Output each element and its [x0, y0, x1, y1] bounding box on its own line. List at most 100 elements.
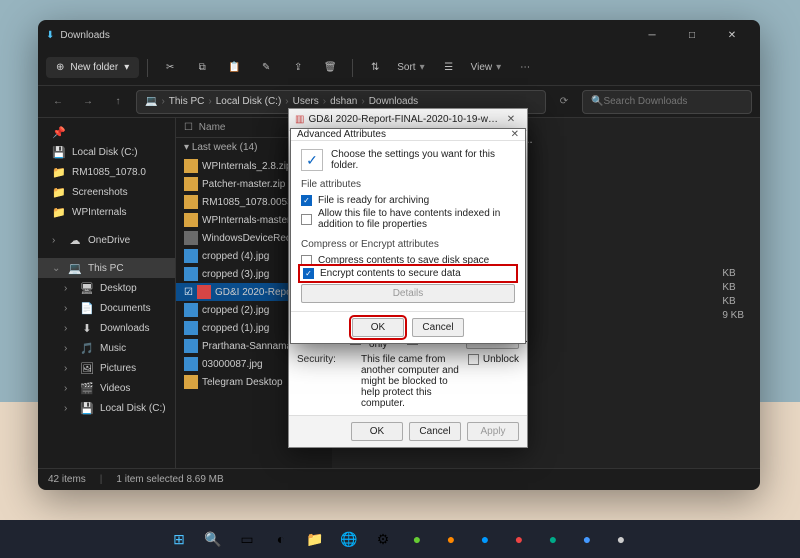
app-icon[interactable]: ● — [505, 525, 533, 553]
sidebar-item[interactable]: 📌 — [38, 122, 175, 142]
sidebar-item[interactable]: 💾Local Disk (C:) — [38, 142, 175, 162]
compress-checkbox[interactable] — [301, 255, 312, 266]
more-button[interactable]: ⋯ — [511, 54, 539, 82]
view-label: View — [471, 62, 493, 73]
folder-icon: 💾 — [80, 401, 94, 415]
cut-button[interactable]: ✂ — [156, 54, 184, 82]
back-button[interactable]: ← — [46, 90, 70, 114]
apply-button[interactable]: Apply — [467, 422, 519, 441]
index-checkbox[interactable] — [301, 214, 312, 225]
close-icon[interactable]: ✕ — [511, 129, 519, 140]
cancel-button[interactable]: Cancel — [412, 318, 464, 337]
sidebar-item[interactable]: ›🖼Pictures — [38, 358, 175, 378]
folder-icon: 💾 — [52, 145, 66, 159]
pc-icon: 💻 — [145, 96, 157, 107]
file-attr-legend: File attributes — [301, 179, 361, 190]
sidebar-item[interactable]: ›📄Documents — [38, 298, 175, 318]
paste-button[interactable]: 📋 — [220, 54, 248, 82]
close-icon[interactable]: ✕ — [501, 114, 521, 125]
close-button[interactable]: ✕ — [712, 21, 752, 49]
properties-title: GD&I 2020-Report-FINAL-2020-10-19-web2.p… — [308, 114, 501, 125]
maximize-button[interactable]: □ — [672, 21, 712, 49]
explorer-taskbar-icon[interactable]: 📁 — [301, 525, 329, 553]
app-icon[interactable]: ● — [471, 525, 499, 553]
rename-button[interactable]: ✎ — [252, 54, 280, 82]
img-icon — [184, 267, 198, 281]
details-button[interactable]: Details — [301, 284, 515, 303]
copy-button[interactable]: ⧉ — [188, 54, 216, 82]
titlebar: ⬇ Downloads ─ □ ✕ — [38, 20, 760, 50]
compress-legend: Compress or Encrypt attributes — [301, 239, 439, 250]
new-folder-button[interactable]: ⊕ New folder ▾ — [46, 57, 139, 78]
minimize-button[interactable]: ─ — [632, 21, 672, 49]
size-value: KB — [722, 282, 744, 293]
toolbar: ⊕ New folder ▾ ✂ ⧉ 📋 ✎ ⇪ 🗑 ⇅ Sort ▾ ☰ Vie… — [38, 50, 760, 86]
encrypt-checkbox[interactable]: ✓ — [303, 268, 314, 279]
search-button[interactable]: 🔍 — [199, 525, 227, 553]
sidebar-item[interactable]: 📁WPInternals — [38, 202, 175, 222]
taskbar[interactable]: ⊞ 🔍 ▭ ◐ 📁 🌐 ⚙ ● ● ● ● ● ● ● — [0, 520, 800, 558]
plus-icon: ⊕ — [56, 62, 64, 73]
folder-icon: 📄 — [80, 301, 94, 315]
forward-button[interactable]: → — [76, 90, 100, 114]
chevron-down-icon: ▾ — [124, 62, 129, 73]
app-icon[interactable]: ● — [403, 525, 431, 553]
search-input[interactable] — [603, 96, 743, 107]
app-icon[interactable]: ● — [607, 525, 635, 553]
sort-button[interactable]: ⇅ — [361, 54, 389, 82]
sidebar-item[interactable]: ›🎬Videos — [38, 378, 175, 398]
sidebar-item[interactable]: 📁RM1085_1078.0 — [38, 162, 175, 182]
sidebar-item[interactable]: 📁Screenshots — [38, 182, 175, 202]
widgets-button[interactable]: ◐ — [267, 525, 295, 553]
cancel-button[interactable]: Cancel — [409, 422, 461, 441]
download-icon: ⬇ — [46, 30, 54, 41]
img-icon — [184, 249, 198, 263]
fold-icon — [184, 195, 198, 209]
ok-button[interactable]: OK — [351, 422, 403, 441]
up-button[interactable]: ↑ — [106, 90, 130, 114]
task-view-button[interactable]: ▭ — [233, 525, 261, 553]
size-value: 9 KB — [722, 310, 744, 321]
sidebar-thispc[interactable]: ⌄💻This PC — [38, 258, 175, 278]
archive-checkbox[interactable]: ✓ — [301, 195, 312, 206]
settings-taskbar-icon[interactable]: ⚙ — [369, 525, 397, 553]
app-icon[interactable]: ● — [539, 525, 567, 553]
sidebar-onedrive[interactable]: ›☁OneDrive — [38, 230, 175, 250]
delete-button[interactable]: 🗑 — [316, 54, 344, 82]
fold-icon — [184, 375, 198, 389]
advanced-titlebar[interactable]: Advanced Attributes ✕ — [291, 129, 525, 141]
app-icon[interactable]: ● — [573, 525, 601, 553]
folder-icon: 📁 — [52, 165, 66, 179]
crumb[interactable]: Local Disk (C:) — [216, 96, 282, 107]
crumb[interactable]: Downloads — [369, 96, 418, 107]
label: Security: — [297, 354, 353, 365]
start-button[interactable]: ⊞ — [165, 525, 193, 553]
folder-icon: 📁 — [52, 185, 66, 199]
size-value: KB — [722, 268, 744, 279]
ok-button[interactable]: OK — [352, 318, 404, 337]
search-icon: 🔍 — [591, 96, 603, 107]
refresh-button[interactable]: ⟳ — [552, 90, 576, 114]
sidebar-item[interactable]: ›💾Local Disk (C:) — [38, 398, 175, 418]
pdf-icon — [197, 285, 211, 299]
sidebar-item[interactable]: ›⬇Downloads — [38, 318, 175, 338]
sidebar-item[interactable]: ›🖥Desktop — [38, 278, 175, 298]
sort-label: Sort — [397, 62, 415, 73]
app-icon[interactable]: ● — [437, 525, 465, 553]
edge-taskbar-icon[interactable]: 🌐 — [335, 525, 363, 553]
unblock-checkbox[interactable] — [468, 354, 479, 365]
pdf-icon: ▥ — [295, 114, 304, 125]
advanced-title: Advanced Attributes — [297, 129, 386, 140]
view-button[interactable]: ☰ — [435, 54, 463, 82]
crumb[interactable]: Users — [293, 96, 319, 107]
crumb[interactable]: dshan — [330, 96, 357, 107]
share-button[interactable]: ⇪ — [284, 54, 312, 82]
search-box[interactable]: 🔍 — [582, 90, 752, 114]
status-selection: 1 item selected 8.69 MB — [116, 474, 223, 485]
zip-icon — [184, 159, 198, 173]
sidebar-item[interactable]: ›🎵Music — [38, 338, 175, 358]
sidebar: 📌💾Local Disk (C:)📁RM1085_1078.0📁Screensh… — [38, 118, 176, 468]
crumb[interactable]: This PC — [169, 96, 205, 107]
encrypt-row[interactable]: ✓Encrypt contents to secure data — [301, 267, 515, 280]
size-value: KB — [722, 296, 744, 307]
